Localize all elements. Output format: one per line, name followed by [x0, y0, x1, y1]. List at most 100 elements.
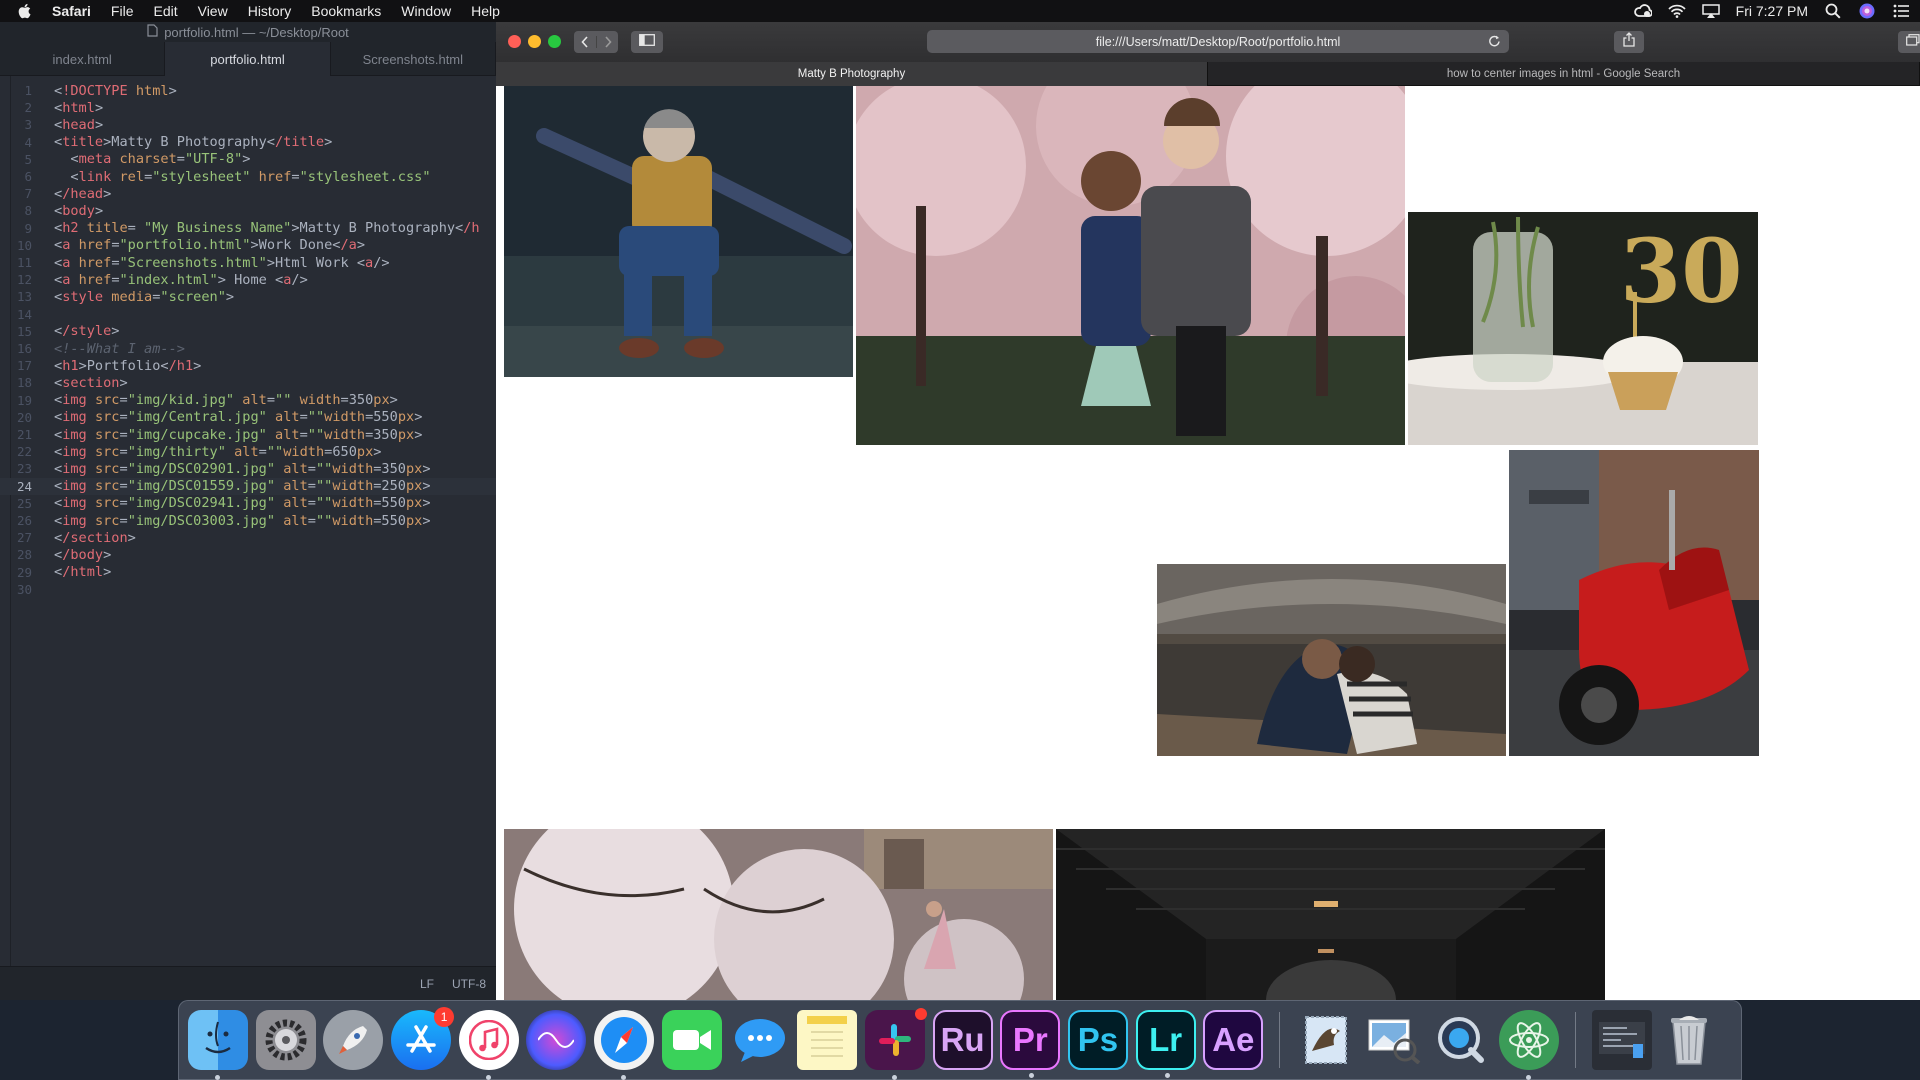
forward-chevron-icon[interactable]	[596, 36, 618, 48]
code-line[interactable]: 12 <a href="index.html"> Home <a/>	[0, 271, 496, 288]
finder-icon	[205, 1021, 231, 1054]
code-line[interactable]: 22 <img src="img/thirty" alt=""width=650p…	[0, 443, 496, 460]
tab-index-html[interactable]: index.html	[0, 42, 166, 76]
line-number: 7	[24, 186, 32, 202]
line-number: 17	[16, 358, 32, 374]
code-line[interactable]: 10 <a href="portfolio.html">Work Done</a>	[0, 237, 496, 254]
dock-photoshop[interactable]: Ps	[1067, 1010, 1128, 1070]
code-line[interactable]: 11 <a href="Screenshots.html">Html Work <…	[0, 254, 496, 271]
code-area[interactable]: 1 <!DOCTYPE html> 2 <html> 3 <head> 4 <title>Ma…	[0, 76, 496, 966]
line-number: 26	[16, 513, 32, 529]
sidebar-toggle-button[interactable]	[631, 31, 663, 53]
code-line[interactable]: 2 <html>	[0, 99, 496, 116]
address-bar[interactable]: file:///Users/matt/Desktop/Root/portfoli…	[927, 30, 1509, 53]
code-text: <style media="screen">	[54, 288, 235, 305]
dock-system-preferences[interactable]	[255, 1010, 316, 1070]
dock-trash[interactable]	[1659, 1010, 1719, 1070]
siri-icon[interactable]	[1858, 3, 1876, 19]
dock-premiere-pro[interactable]: Pr	[1000, 1010, 1061, 1078]
apple-menu-icon[interactable]	[18, 3, 34, 19]
dock-quicktime[interactable]	[1431, 1010, 1491, 1070]
dock-notes[interactable]	[797, 1010, 858, 1070]
safari-tab-google-search[interactable]: how to center images in html - Google Se…	[1208, 62, 1920, 86]
code-line[interactable]: 17 <h1>Portfolio</h1>	[0, 357, 496, 374]
menu-edit[interactable]: Edit	[153, 3, 177, 19]
code-line[interactable]: 5 <meta charset="UTF-8">	[0, 151, 496, 168]
share-icon	[1623, 32, 1635, 52]
minimize-window-button[interactable]	[528, 35, 541, 48]
code-line[interactable]: 30	[0, 581, 496, 598]
dock-mail[interactable]	[1296, 1010, 1356, 1070]
line-number: 10	[16, 237, 32, 253]
dock-slack[interactable]	[864, 1008, 927, 1080]
code-line[interactable]: 23 <img src="img/DSC02901.jpg" alt=""widt…	[0, 460, 496, 477]
code-text: </style>	[54, 323, 120, 340]
code-line[interactable]: 27 </section>	[0, 529, 496, 546]
code-line[interactable]: 6 <link rel="stylesheet" href="styleshee…	[0, 168, 496, 185]
code-line[interactable]: 29 </html>	[0, 564, 496, 581]
back-chevron-icon[interactable]	[574, 36, 596, 48]
dock-premiere-rush[interactable]: Ru	[932, 1010, 993, 1070]
spotlight-icon[interactable]	[1824, 3, 1842, 19]
tab-screenshots-html[interactable]: Screenshots.html	[331, 42, 496, 76]
code-line[interactable]: 28 </body>	[0, 546, 496, 563]
safari-tab-portfolio[interactable]: Matty B Photography	[496, 62, 1208, 86]
menu-bar: Safari File Edit View History Bookmarks …	[0, 0, 1920, 22]
code-line[interactable]: 3 <head>	[0, 116, 496, 133]
airplay-icon[interactable]	[1701, 3, 1720, 19]
code-line[interactable]: 7 </head>	[0, 185, 496, 202]
dock-finder[interactable]	[188, 1010, 248, 1080]
dock-itunes[interactable]	[458, 1010, 519, 1080]
dock-launchpad[interactable]	[323, 1010, 384, 1070]
dock-facetime[interactable]	[661, 1010, 722, 1070]
menu-file[interactable]: File	[111, 3, 134, 19]
menu-view[interactable]: View	[198, 3, 228, 19]
code-line[interactable]: 4 <title>Matty B Photography</title>	[0, 134, 496, 151]
code-line[interactable]: 9 <h2 title= "My Business Name">Matty B P…	[0, 220, 496, 237]
dock-after-effects[interactable]: Ae	[1203, 1010, 1264, 1070]
dock-safari[interactable]	[594, 1010, 655, 1080]
slack-badge	[914, 1008, 927, 1020]
menu-bookmarks[interactable]: Bookmarks	[311, 3, 381, 19]
code-line[interactable]: 8 <body>	[0, 202, 496, 219]
tab-overview-button[interactable]	[1898, 31, 1920, 53]
notes-icon	[807, 1016, 848, 1057]
code-line[interactable]: 13 <style media="screen">	[0, 288, 496, 305]
tabs-icon	[1906, 33, 1920, 51]
close-window-button[interactable]	[508, 35, 521, 48]
menubar-clock[interactable]: Fri 7:27 PM	[1736, 3, 1808, 19]
tab-portfolio-html[interactable]: portfolio.html	[165, 42, 331, 76]
menu-window[interactable]: Window	[401, 3, 451, 19]
code-line[interactable]: 20 <img src="img/Central.jpg" alt=""width…	[0, 409, 496, 426]
encoding-status[interactable]: UTF-8	[452, 977, 486, 991]
slack-icon	[878, 1024, 911, 1056]
dock-lightroom[interactable]: Lr	[1135, 1010, 1196, 1078]
code-line[interactable]: 21 <img src="img/cupcake.jpg" alt=""width…	[0, 426, 496, 443]
reload-icon[interactable]	[1488, 34, 1501, 51]
dock-atom[interactable]	[1499, 1010, 1560, 1080]
code-line[interactable]: 15 </style>	[0, 323, 496, 340]
dock-siri[interactable]	[526, 1010, 587, 1070]
code-line[interactable]: 18 <section>	[0, 374, 496, 391]
dock-app-store[interactable]: 1	[391, 1007, 455, 1070]
code-line[interactable]: 16 <!--What I am-->	[0, 340, 496, 357]
code-line[interactable]: 25 <img src="img/DSC02941.jpg" alt=""widt…	[0, 495, 496, 512]
code-line[interactable]: 26 <img src="img/DSC03003.jpg" alt=""widt…	[0, 512, 496, 529]
dock-preview[interactable]	[1364, 1010, 1424, 1070]
code-line[interactable]: 24 <img src="img/DSC01559.jpg" alt=""widt…	[0, 477, 496, 495]
menu-app-name[interactable]: Safari	[52, 3, 91, 19]
notification-center-icon[interactable]	[1892, 3, 1910, 19]
code-line[interactable]: 1 <!DOCTYPE html>	[0, 82, 496, 99]
dock-downloads-stack[interactable]	[1591, 1010, 1652, 1070]
code-line[interactable]: 14	[0, 306, 496, 323]
menu-help[interactable]: Help	[471, 3, 500, 19]
creative-cloud-icon[interactable]	[1633, 3, 1652, 19]
menu-history[interactable]: History	[248, 3, 292, 19]
code-line[interactable]: 19 <img src="img/kid.jpg" alt="" width=35…	[0, 392, 496, 409]
wifi-icon[interactable]	[1668, 3, 1686, 19]
share-button[interactable]	[1614, 31, 1644, 53]
preview-icon	[1368, 1019, 1420, 1064]
line-ending-status[interactable]: LF	[420, 977, 434, 991]
dock-messages[interactable]	[730, 1010, 790, 1070]
zoom-window-button[interactable]	[548, 35, 561, 48]
